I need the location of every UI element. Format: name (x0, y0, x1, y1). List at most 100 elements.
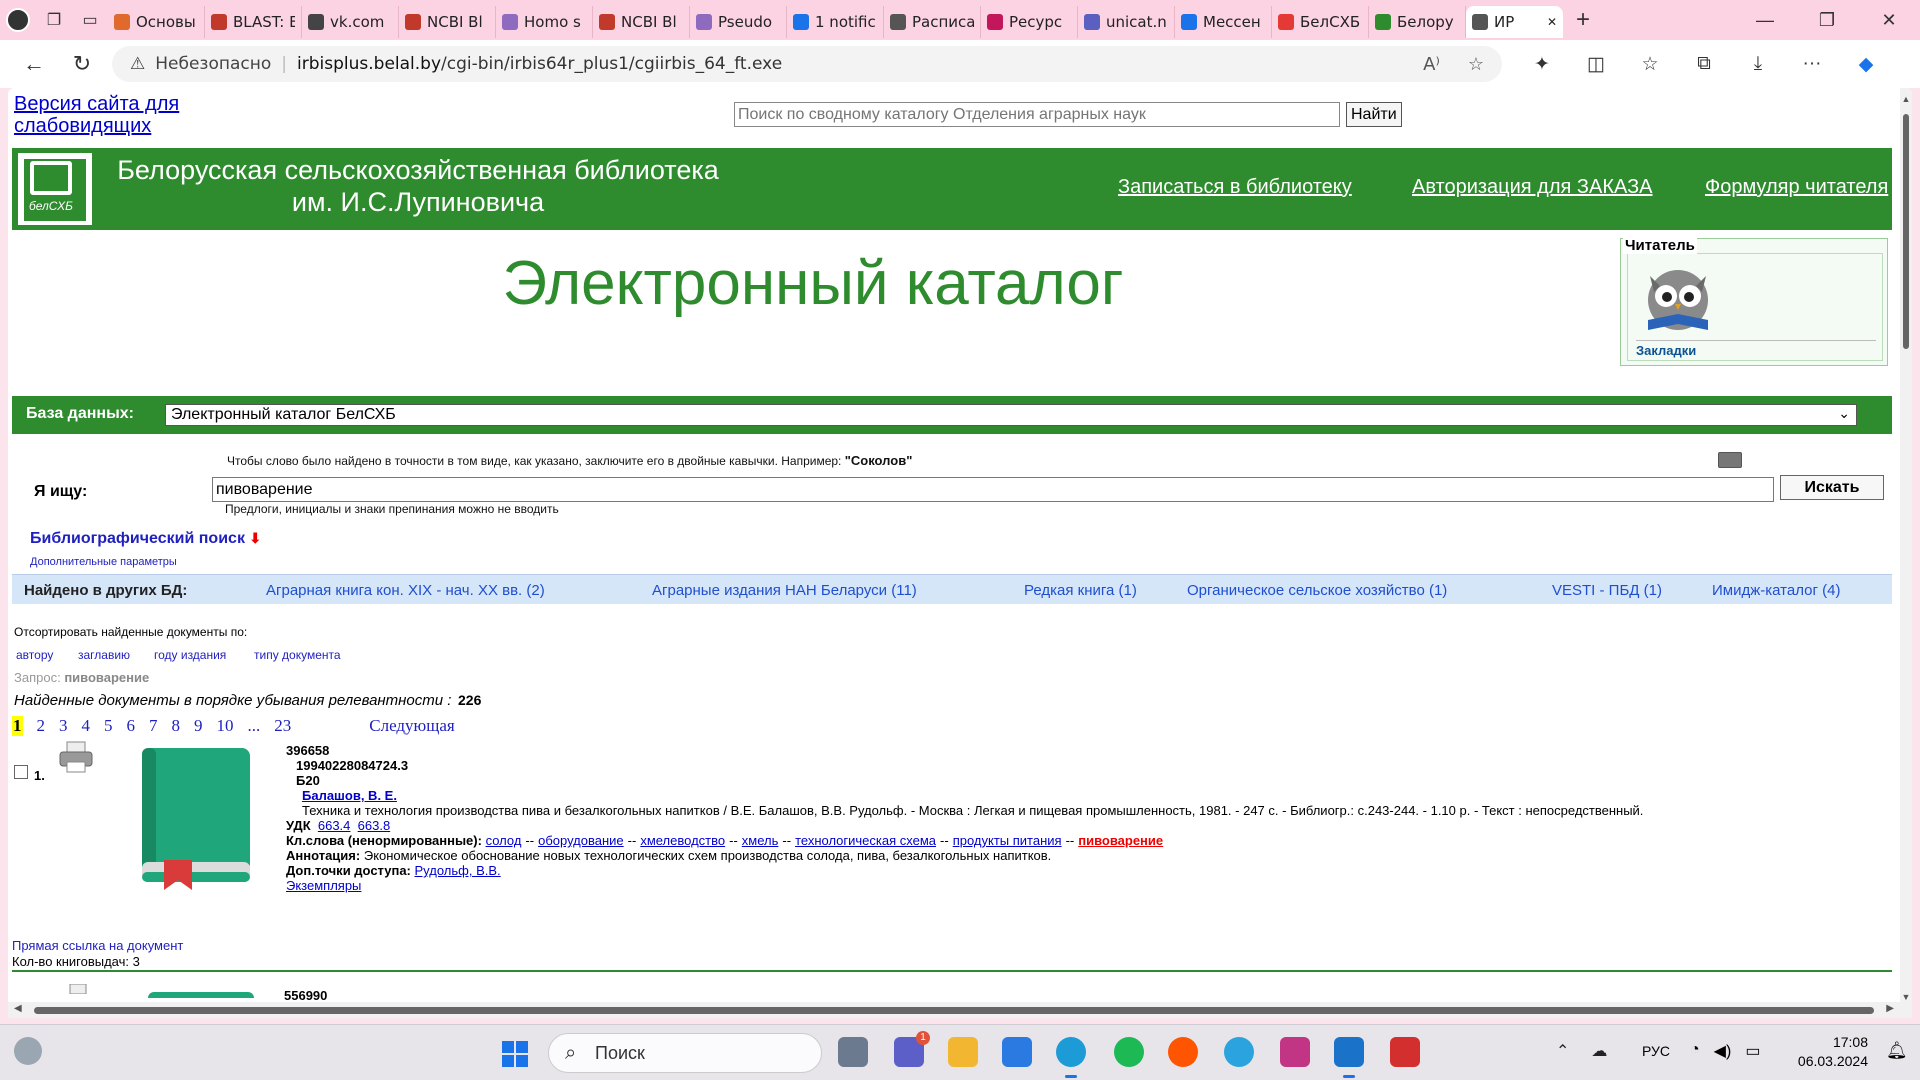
favorites-icon[interactable]: ☆ (1626, 53, 1674, 76)
horizontal-scroll-thumb[interactable] (34, 1007, 1874, 1014)
direct-link[interactable]: Прямая ссылка на документ (12, 938, 183, 953)
keyword-link[interactable]: хмель (742, 833, 779, 848)
keyword-link[interactable]: оборудование (538, 833, 624, 848)
vertical-tabs-icon[interactable]: ▭ (72, 2, 108, 38)
close-icon[interactable]: ✕ (1858, 10, 1920, 31)
keyword-highlight-link[interactable]: пивоварение (1078, 833, 1163, 848)
union-catalog-search-input[interactable] (734, 102, 1340, 127)
scroll-up-icon[interactable]: ▲ (1900, 94, 1912, 104)
record-checkbox[interactable] (14, 765, 28, 779)
vertical-scrollbar[interactable]: ▲ ▼ (1900, 88, 1912, 1018)
favorite-star-icon[interactable]: ☆ (1468, 54, 1484, 75)
copies-link[interactable]: Экземпляры (286, 878, 361, 893)
scroll-left-icon[interactable]: ◀ (14, 1003, 22, 1014)
sort-by-title[interactable]: заглавию (78, 648, 130, 662)
access-link[interactable]: Рудольф, В.В. (415, 863, 501, 878)
read-aloud-icon[interactable]: A⁾ (1423, 54, 1440, 75)
file-explorer-icon[interactable] (948, 1037, 978, 1067)
scroll-down-icon[interactable]: ▼ (1900, 992, 1912, 1002)
browser-tab[interactable]: NCBI Bl (399, 6, 496, 38)
library-logo[interactable]: белСХБ (18, 153, 92, 225)
page-link[interactable]: 23 (274, 716, 291, 736)
other-db-link[interactable]: VESTI - ПБД (1) (1552, 582, 1662, 599)
minimize-icon[interactable]: — (1734, 10, 1796, 31)
order-login-link[interactable]: Авторизация для ЗАКАЗА (1412, 176, 1653, 199)
acrobat-icon[interactable] (1390, 1037, 1420, 1067)
database-select[interactable]: Электронный каталог БелСХБ ⌄ (165, 404, 1857, 426)
reload-icon[interactable]: ↻ (62, 46, 102, 82)
page-link[interactable]: 3 (59, 716, 68, 736)
page-link[interactable]: 10 (217, 716, 234, 736)
restore-icon[interactable]: ❐ (1796, 10, 1858, 31)
horizontal-scrollbar[interactable]: ◀ ▶ (8, 1002, 1900, 1018)
browser-tab[interactable]: Ресурс (981, 6, 1078, 38)
browser-tab[interactable]: 1 notific (787, 6, 884, 38)
keyword-link[interactable]: хмелеводство (640, 833, 725, 848)
telegram-icon[interactable] (1224, 1037, 1254, 1067)
next-page-link[interactable]: Следующая (369, 716, 454, 736)
other-db-link[interactable]: Редкая книга (1) (1024, 582, 1137, 599)
other-db-link[interactable]: Имидж-каталог (4) (1712, 582, 1840, 599)
sort-by-year[interactable]: году издания (154, 648, 226, 662)
split-screen-icon[interactable]: ◫ (1572, 53, 1620, 76)
udk-link[interactable]: 663.4 (318, 818, 351, 833)
page-link[interactable]: 9 (194, 716, 203, 736)
virtual-keyboard-icon[interactable] (1718, 452, 1742, 468)
task-view-icon[interactable] (838, 1037, 868, 1067)
extensions-icon[interactable]: ✦ (1518, 53, 1566, 76)
browser-tab[interactable]: NCBI Bl (593, 6, 690, 38)
taskbar-search[interactable]: ⌕ Поиск (548, 1033, 822, 1073)
address-bar[interactable]: ⚠ Небезопасно | irbisplus.belal.by/cgi-b… (112, 46, 1502, 82)
printer-icon[interactable] (58, 740, 94, 774)
browser-tab[interactable]: ИР ✕ (1466, 6, 1563, 38)
browser-tab[interactable]: BLAST: E (205, 6, 302, 38)
network-alert-icon[interactable]: ☁ (1591, 1041, 1607, 1061)
quick-settings[interactable]: ◔ ◀) ▭ (1690, 1041, 1760, 1061)
browser-tab[interactable]: Белору (1369, 6, 1466, 38)
keyword-link[interactable]: солод (486, 833, 522, 848)
page-link[interactable]: 7 (149, 716, 158, 736)
browser-tab[interactable]: БелСХБ (1272, 6, 1369, 38)
chevron-up-icon[interactable]: ⌃ (1556, 1041, 1569, 1061)
scroll-right-icon[interactable]: ▶ (1886, 1003, 1894, 1014)
spotify-icon[interactable] (1114, 1037, 1144, 1067)
sort-by-doctype[interactable]: типу документа (254, 648, 341, 662)
bibliographic-search-link[interactable]: Библиографический поиск ⬇ (30, 530, 261, 548)
chat-icon[interactable]: 1 (894, 1031, 930, 1067)
page-link[interactable]: ... (248, 716, 261, 736)
find-button[interactable]: Найти (1346, 102, 1402, 127)
page-link[interactable]: 2 (37, 716, 46, 736)
notification-bell-icon[interactable]: 🔔︎ (1886, 1041, 1908, 1061)
browser-tab[interactable]: Основы (108, 6, 205, 38)
page-link[interactable]: 8 (172, 716, 181, 736)
other-db-link[interactable]: Аграрные издания НАН Беларуси (11) (652, 582, 917, 599)
sort-by-author[interactable]: автору (16, 648, 53, 662)
copilot-icon[interactable]: ◆ (1842, 53, 1890, 76)
new-tab-button[interactable]: + (1563, 6, 1603, 34)
instagram-icon[interactable] (1280, 1037, 1310, 1067)
keyword-link[interactable]: продукты питания (953, 833, 1062, 848)
other-db-link[interactable]: Аграрная книга кон. XIX - нач. XX вв. (2… (266, 582, 545, 599)
page-link[interactable]: 5 (104, 716, 113, 736)
store-icon[interactable] (1002, 1037, 1032, 1067)
browser-tab[interactable]: vk.com (302, 6, 399, 38)
back-arrow-icon[interactable]: ← (14, 46, 54, 82)
browser-tab[interactable]: Расписа (884, 6, 981, 38)
printer-icon[interactable] (64, 984, 94, 994)
weather-icon[interactable] (14, 1037, 42, 1065)
browser-tab[interactable]: unicat.n (1078, 6, 1175, 38)
more-menu-icon[interactable]: ··· (1788, 53, 1836, 76)
browser-tab[interactable]: Homo s (496, 6, 593, 38)
page-link[interactable]: 4 (82, 716, 91, 736)
clock[interactable]: 17:08 06.03.2024 (1796, 1033, 1868, 1071)
query-input[interactable] (212, 477, 1774, 502)
register-link[interactable]: Записаться в библиотеку (1118, 176, 1352, 199)
bookmarks-link[interactable]: Закладки (1636, 340, 1876, 358)
start-button[interactable] (502, 1041, 528, 1067)
vertical-scroll-thumb[interactable] (1903, 114, 1909, 349)
owl-reader-icon[interactable] (1640, 262, 1716, 332)
browser-tab[interactable]: Мессен (1175, 6, 1272, 38)
keyword-link[interactable]: технологическая схема (795, 833, 936, 848)
workspaces-icon[interactable]: ❐ (36, 2, 72, 38)
page-link[interactable]: 6 (127, 716, 136, 736)
